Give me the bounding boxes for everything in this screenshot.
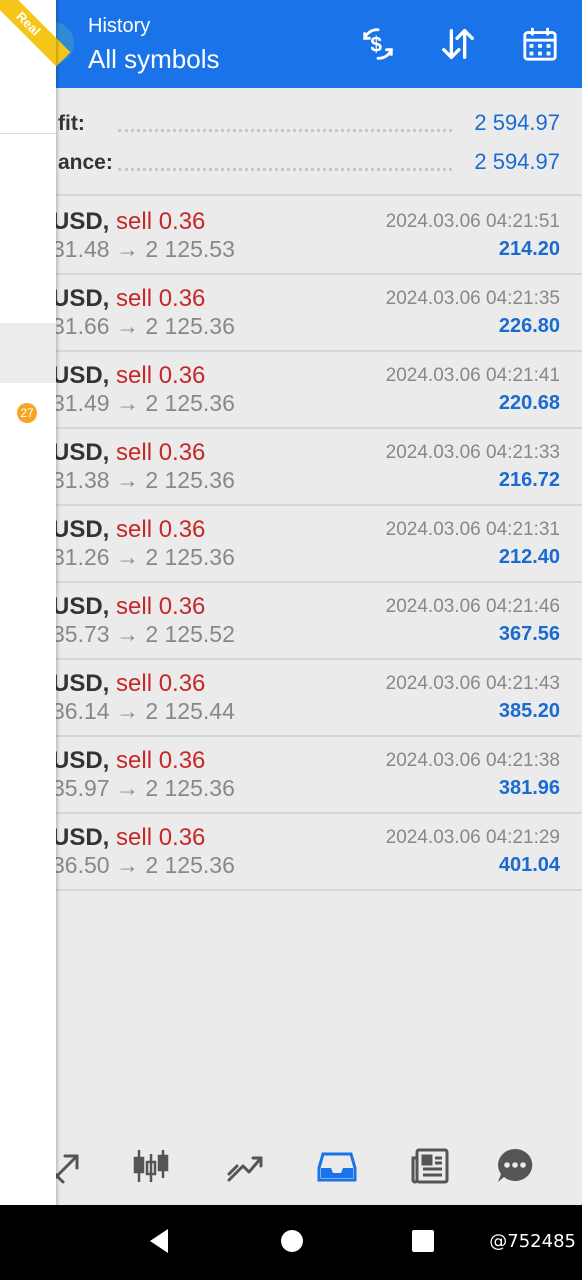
- trade-price: 36.50 → 2 125.36: [52, 852, 235, 878]
- bottom-navigation: [0, 1128, 582, 1205]
- trade-side: sell 0.36: [116, 747, 206, 774]
- trade-price: 35.97 → 2 125.36: [52, 775, 235, 801]
- trade-row[interactable]: USD, sell 0.36 31.38 → 2 125.36 2024.03.…: [0, 429, 582, 506]
- trade-profit: 401.04: [498, 854, 560, 876]
- watermark-text: @752485: [489, 1231, 576, 1252]
- trade-profit: 226.80: [498, 315, 560, 337]
- trade-price: 31.38 → 2 125.36: [52, 467, 235, 493]
- svg-text:$: $: [370, 34, 382, 57]
- trade-row[interactable]: USD, sell 0.36 31.48 → 2 125.53 2024.03.…: [0, 198, 582, 275]
- trade-price: 35.73 → 2 125.52: [52, 621, 235, 647]
- trade-profit: 381.96: [498, 777, 560, 799]
- dotted-leader: [118, 168, 452, 171]
- trade-time: 2024.03.06 04:21:51: [385, 211, 560, 232]
- trade-side: sell 0.36: [116, 824, 206, 851]
- trade-symbol: USD,: [52, 593, 110, 620]
- summary-value: 2 594.97: [474, 149, 560, 174]
- currency-exchange-icon[interactable]: $: [356, 22, 400, 66]
- trade-profit: 216.72: [498, 469, 560, 491]
- trade-row[interactable]: USD, sell 0.36 31.66 → 2 125.36 2024.03.…: [0, 275, 582, 352]
- trade-side: sell 0.36: [116, 362, 206, 389]
- drawer-selected-item[interactable]: [0, 323, 56, 383]
- trade-time: 2024.03.06 04:21:35: [385, 288, 560, 309]
- trade-profit: 367.56: [498, 623, 560, 645]
- chat-icon[interactable]: [492, 1144, 538, 1188]
- chart-icon[interactable]: [128, 1144, 174, 1188]
- trade-row[interactable]: USD, sell 0.36 31.26 → 2 125.36 2024.03.…: [0, 506, 582, 583]
- trade-price: 36.14 → 2 125.44: [52, 698, 235, 724]
- trade-symbol: USD,: [52, 747, 110, 774]
- trade-icon[interactable]: [222, 1144, 268, 1188]
- trade-time: 2024.03.06 04:21:38: [385, 750, 560, 771]
- trade-symbol: USD,: [52, 670, 110, 697]
- divider: [55, 194, 582, 196]
- notification-badge: 27: [17, 403, 37, 423]
- trade-symbol: USD,: [52, 439, 110, 466]
- dotted-leader: [118, 129, 452, 132]
- trade-profit: 214.20: [498, 238, 560, 260]
- sort-icon[interactable]: [436, 22, 480, 66]
- trade-symbol: USD,: [52, 516, 110, 543]
- trade-row[interactable]: USD, sell 0.36 36.50 → 2 125.36 2024.03.…: [0, 814, 582, 891]
- trade-price: 31.49 → 2 125.36: [52, 390, 235, 416]
- recents-icon[interactable]: [410, 1227, 436, 1255]
- calendar-icon[interactable]: [518, 22, 562, 66]
- trade-price: 31.48 → 2 125.53: [52, 236, 235, 262]
- history-icon[interactable]: [314, 1144, 360, 1188]
- side-drawer[interactable]: Real 27: [0, 0, 71, 1205]
- summary-value: 2 594.97: [474, 110, 560, 135]
- trade-row[interactable]: USD, sell 0.36 35.73 → 2 125.52 2024.03.…: [0, 583, 582, 660]
- trade-row[interactable]: USD, sell 0.36 35.97 → 2 125.36 2024.03.…: [0, 737, 582, 814]
- trade-row[interactable]: USD, sell 0.36 31.49 → 2 125.36 2024.03.…: [0, 352, 582, 429]
- trade-side: sell 0.36: [116, 208, 206, 235]
- trade-symbol: USD,: [52, 208, 110, 235]
- summary-balance-row: ance: 2 594.97: [0, 143, 582, 183]
- trade-symbol: USD,: [52, 362, 110, 389]
- trade-profit: 385.20: [498, 700, 560, 722]
- trade-price: 31.66 → 2 125.36: [52, 313, 235, 339]
- trade-time: 2024.03.06 04:21:46: [385, 596, 560, 617]
- back-icon[interactable]: [146, 1227, 172, 1255]
- trade-time: 2024.03.06 04:21:41: [385, 365, 560, 386]
- trade-side: sell 0.36: [116, 593, 206, 620]
- row-divider: [55, 889, 582, 891]
- header-subtitle: History: [88, 15, 151, 37]
- trade-row[interactable]: USD, sell 0.36 36.14 → 2 125.44 2024.03.…: [0, 660, 582, 737]
- trade-side: sell 0.36: [116, 516, 206, 543]
- trade-profit: 212.40: [498, 546, 560, 568]
- summary-profit-row: fit: 2 594.97: [0, 104, 582, 144]
- summary-label: fit:: [58, 112, 85, 135]
- trade-symbol: USD,: [52, 285, 110, 312]
- trade-side: sell 0.36: [116, 439, 206, 466]
- trade-time: 2024.03.06 04:21:29: [385, 827, 560, 848]
- trade-time: 2024.03.06 04:21:43: [385, 673, 560, 694]
- system-navigation-bar: @752485: [0, 1205, 582, 1280]
- header-title[interactable]: All symbols: [88, 44, 219, 75]
- trade-time: 2024.03.06 04:21:33: [385, 442, 560, 463]
- trade-profit: 220.68: [498, 392, 560, 414]
- news-icon[interactable]: [408, 1144, 454, 1188]
- drawer-divider: [0, 133, 56, 134]
- trade-time: 2024.03.06 04:21:31: [385, 519, 560, 540]
- trade-side: sell 0.36: [116, 285, 206, 312]
- drawer-shadow: [56, 0, 60, 1205]
- trade-price: 31.26 → 2 125.36: [52, 544, 235, 570]
- home-icon[interactable]: [279, 1227, 305, 1255]
- app-header: History All symbols $: [0, 0, 582, 88]
- trade-side: sell 0.36: [116, 670, 206, 697]
- trade-symbol: USD,: [52, 824, 110, 851]
- summary-label: ance:: [58, 151, 113, 174]
